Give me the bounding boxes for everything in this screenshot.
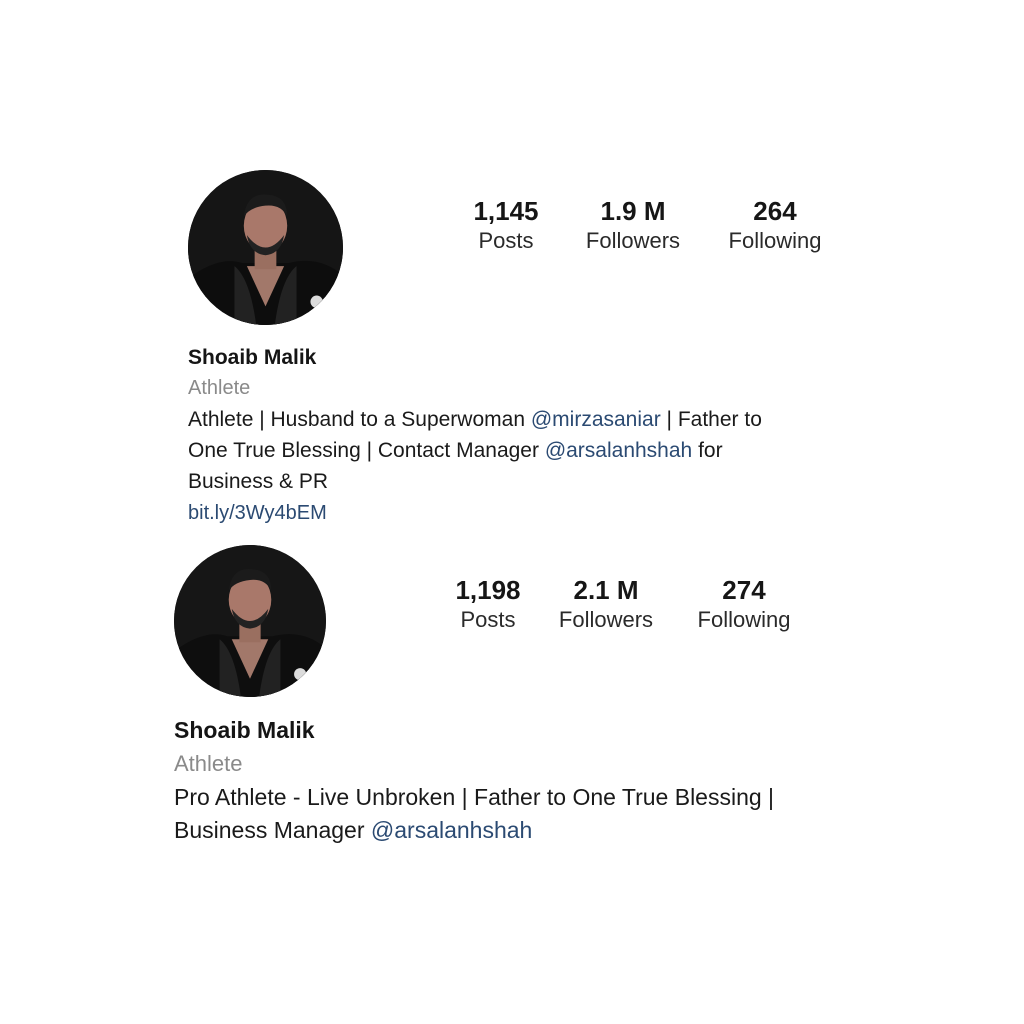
mention-link[interactable]: @arsalanhshah xyxy=(371,817,532,843)
profile-website-link[interactable]: bit.ly/3Wy4bEM xyxy=(188,497,868,529)
posts-count: 1,145 xyxy=(473,195,539,226)
profile-category: Athlete xyxy=(188,377,251,399)
profile-bio: Athlete | Husband to a Superwoman @mirza… xyxy=(188,404,868,497)
profile-name: Shoaib Malik xyxy=(174,717,315,743)
profile-stats: 1,198 Posts 2.1 M Followers 274 Followin… xyxy=(443,575,804,635)
mention-link[interactable]: @mirzasaniar xyxy=(531,408,661,431)
page: 1,145 Posts 1.9 M Followers 264 Followin… xyxy=(0,0,1024,1024)
bio-text: Athlete | Husband to a Superwoman xyxy=(188,408,531,431)
avatar[interactable] xyxy=(188,170,343,325)
profile-header: 1,145 Posts 1.9 M Followers 264 Followin… xyxy=(188,170,868,325)
bio-text: | Father to xyxy=(660,408,762,431)
followers-label: Followers xyxy=(585,227,681,253)
following-count: 264 xyxy=(753,195,797,226)
bio-text: Pro Athlete - Live Unbroken | Father to … xyxy=(174,784,775,810)
profile-name: Shoaib Malik xyxy=(188,346,317,369)
followers-stat[interactable]: 2.1 M Followers xyxy=(541,575,671,635)
following-label: Following xyxy=(697,607,791,632)
posts-label: Posts xyxy=(478,227,534,253)
followers-count: 2.1 M xyxy=(573,575,639,605)
bio-line-3: Business & PR xyxy=(188,466,868,497)
following-label: Following xyxy=(728,227,822,253)
avatar-photo-icon xyxy=(174,545,326,697)
bio-text: One True Blessing | Contact Manager xyxy=(188,439,545,462)
profile-info: Shoaib Malik Athlete Pro Athlete - Live … xyxy=(174,713,874,847)
posts-stat[interactable]: 1,145 Posts xyxy=(461,196,551,256)
profile-card-after: 1,198 Posts 2.1 M Followers 274 Followin… xyxy=(174,545,874,847)
bio-line-2: Business Manager @arsalanhshah xyxy=(174,814,874,847)
followers-label: Followers xyxy=(558,607,654,632)
posts-label: Posts xyxy=(460,607,516,632)
followers-stat[interactable]: 1.9 M Followers xyxy=(568,196,698,256)
profile-category: Athlete xyxy=(174,751,243,776)
bio-line-1: Athlete | Husband to a Superwoman @mirza… xyxy=(188,404,868,435)
following-stat[interactable]: 274 Following xyxy=(684,575,804,635)
profile-card-before: 1,145 Posts 1.9 M Followers 264 Followin… xyxy=(188,170,868,529)
posts-count: 1,198 xyxy=(455,575,521,605)
avatar[interactable] xyxy=(174,545,326,697)
profile-info: Shoaib Malik Athlete Athlete | Husband t… xyxy=(188,343,868,529)
followers-count: 1.9 M xyxy=(600,195,666,226)
bio-line-1: Pro Athlete - Live Unbroken | Father to … xyxy=(174,781,874,814)
profile-header: 1,198 Posts 2.1 M Followers 274 Followin… xyxy=(174,545,874,697)
profile-bio: Pro Athlete - Live Unbroken | Father to … xyxy=(174,781,874,847)
avatar-photo-icon xyxy=(188,170,343,325)
posts-stat[interactable]: 1,198 Posts xyxy=(443,575,533,635)
bio-text: for xyxy=(692,439,723,462)
bio-line-2: One True Blessing | Contact Manager @ars… xyxy=(188,435,868,466)
bio-text: Business Manager xyxy=(174,817,371,843)
bio-text: Business & PR xyxy=(188,470,329,493)
following-stat[interactable]: 264 Following xyxy=(715,196,835,256)
following-count: 274 xyxy=(722,575,766,605)
profile-stats: 1,145 Posts 1.9 M Followers 264 Followin… xyxy=(461,196,835,256)
mention-link[interactable]: @arsalanhshah xyxy=(545,439,692,462)
